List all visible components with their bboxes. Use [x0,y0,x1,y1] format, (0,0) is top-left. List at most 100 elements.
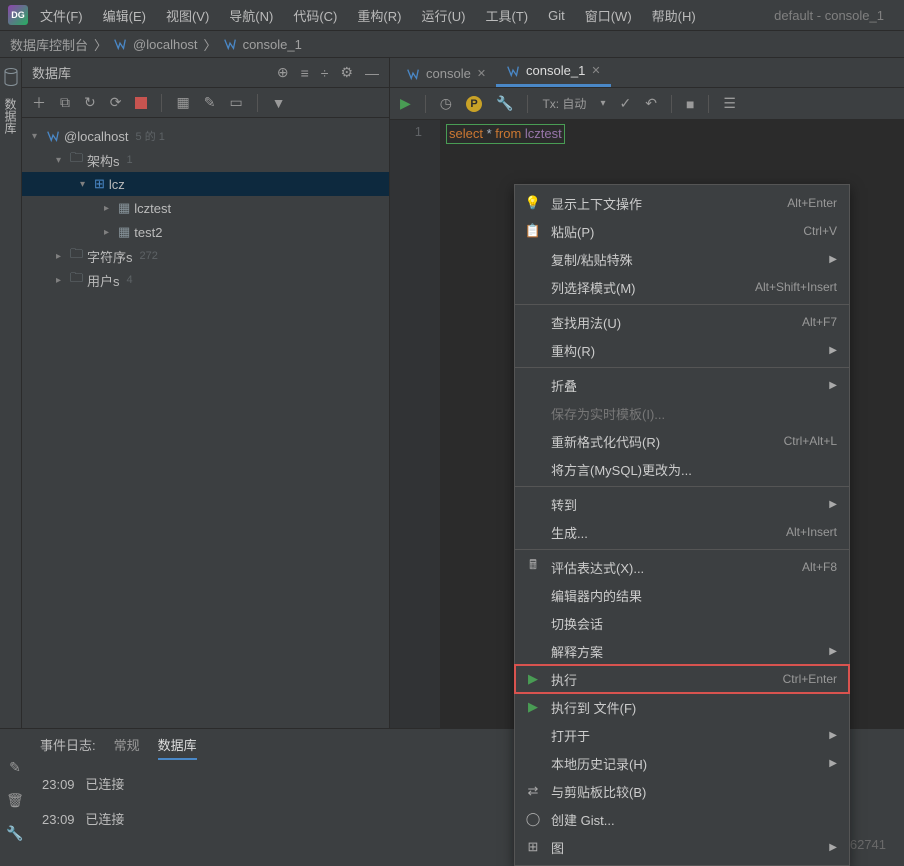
menu-edit[interactable]: 编辑(E) [95,2,154,29]
wrench-icon[interactable]: 🔧 [496,95,513,112]
edit-icon[interactable]: ✎ [9,759,21,776]
context-menu-item[interactable]: 复制/粘贴特殊▶ [515,245,849,273]
tab-console-1[interactable]: console_1 ✕ [496,57,611,87]
tree-label: lcztest [134,201,171,216]
history-icon[interactable]: ◷ [440,95,452,112]
tree-charsets-folder[interactable]: ▸ 🗀 字符序s 272 [22,244,389,268]
settings-icon[interactable]: ⚙ [340,64,353,81]
event-log-tab-general[interactable]: 常规 [114,735,140,760]
database-icon[interactable] [4,68,18,86]
menu-refactor[interactable]: 重构(R) [349,2,409,29]
menu-view[interactable]: 视图(V) [158,2,217,29]
context-menu-item[interactable]: 本地历史记录(H)▶ [515,749,849,777]
menu-window[interactable]: 窗口(W) [577,2,640,29]
table-icon[interactable]: ▦ [176,94,189,111]
context-menu-item[interactable]: 🖩评估表达式(X)...Alt+F8 [515,553,849,581]
shortcut-label: Alt+Insert [786,525,837,539]
hide-icon[interactable]: — [365,65,379,81]
context-menu-item[interactable]: 折叠 ▶ [515,371,849,399]
context-menu-item[interactable]: 打开于▶ [515,721,849,749]
context-menu-item[interactable]: 编辑器内的结果 [515,581,849,609]
close-icon[interactable]: ✕ [591,64,600,77]
shortcut-label: Alt+Enter [787,196,837,210]
context-menu-item[interactable]: 📋粘贴(P)Ctrl+V [515,217,849,245]
add-icon[interactable]: ＋ [32,93,46,113]
breadcrumb-item[interactable]: @localhost [133,37,198,52]
context-menu-item[interactable]: 重新格式化代码(R)Ctrl+Alt+L [515,427,849,455]
menu-run[interactable]: 运行(U) [413,2,473,29]
token: * [487,126,492,141]
submenu-arrow-icon: ▶ [829,380,837,391]
event-log-tab-database[interactable]: 数据库 [158,735,197,760]
tab-console[interactable]: console ✕ [396,60,496,87]
tree-table[interactable]: ▸ ▦ test2 [22,220,389,244]
expand-icon[interactable]: ≡ [301,65,309,81]
context-menu-item[interactable]: ⇄与剪贴板比较(B) [515,777,849,805]
chevron-right-icon: ▸ [104,227,114,238]
menu-git[interactable]: Git [540,4,573,27]
stop-icon[interactable] [135,97,147,109]
query-icon[interactable]: ▭ [229,94,242,111]
tree-users-folder[interactable]: ▸ 🗀 用户s 4 [22,268,389,292]
trash-icon[interactable]: 🗑 [6,792,24,809]
folder-icon: 🗀 [70,149,83,171]
tree-datasource[interactable]: ▾ @localhost 5 的 1 [22,124,389,148]
collapse-icon[interactable]: ÷ [321,65,329,81]
tree-table[interactable]: ▸ ▦ lcztest [22,196,389,220]
keyword: select [449,126,483,141]
context-menu-item[interactable]: ◯创建 Gist... [515,805,849,833]
context-menu-label: 折叠 [551,376,819,395]
breadcrumb-item[interactable]: 数据库控制台 [10,35,88,54]
edit-icon[interactable]: ✎ [204,94,216,111]
profile-icon[interactable]: P [466,96,482,112]
tx-mode-label[interactable]: Tx: 自动 [542,95,586,112]
context-menu-item[interactable]: 切换会话 [515,609,849,637]
panel-title: 数据库 [32,63,71,82]
menu-tools[interactable]: 工具(T) [477,2,536,29]
context-menu-item[interactable]: 生成...Alt+Insert [515,518,849,546]
context-menu-item[interactable]: ▶执行Ctrl+Enter [515,665,849,693]
chevron-down-icon: ▾ [56,155,66,166]
context-menu-item: 保存为实时模板(I)... [515,399,849,427]
commit-icon[interactable]: ✓ [619,95,631,112]
context-menu-item[interactable]: 列选择模式(M)Alt+Shift+Insert [515,273,849,301]
context-menu-item[interactable]: 转到▶ [515,490,849,518]
filter-icon[interactable]: ▼ [272,95,286,111]
context-menu-label: 重新格式化代码(R) [551,432,774,451]
tree-schema-lcz[interactable]: ▾ ⊞ lcz [22,172,389,196]
tree-label: test2 [134,225,162,240]
shortcut-label: Alt+Shift+Insert [755,280,837,294]
refresh-icon[interactable]: ↻ [84,94,96,111]
menu-navigate[interactable]: 导航(N) [221,2,281,29]
menu-code[interactable]: 代码(C) [285,2,345,29]
menu-help[interactable]: 帮助(H) [644,2,704,29]
sync-icon[interactable]: ⟳ [110,94,122,111]
context-menu-item[interactable]: 解释方案▶ [515,637,849,665]
db-tree: ▾ @localhost 5 的 1 ▾ 🗀 架构s 1 ▾ ⊞ lcz ▸ ▦… [22,118,389,298]
context-menu-item[interactable]: 💡显示上下文操作Alt+Enter [515,189,849,217]
side-tab-database[interactable]: 数据库 [2,98,19,134]
bulb-icon: 💡 [525,195,541,211]
stop-icon[interactable]: ■ [686,96,694,112]
duplicate-icon[interactable]: ⧉ [60,94,70,111]
wrench-icon[interactable]: 🔧 [6,825,23,842]
breadcrumb-item[interactable]: console_1 [243,37,302,52]
context-menu-item[interactable]: ▶执行到 文件(F) [515,693,849,721]
menu-file[interactable]: 文件(F) [32,2,91,29]
layout-icon[interactable]: ☰ [723,95,736,112]
tree-schemas-folder[interactable]: ▾ 🗀 架构s 1 [22,148,389,172]
context-menu-item[interactable]: 将方言(MySQL)更改为... [515,455,849,483]
context-menu-item[interactable]: 查找用法(U)Alt+F7 [515,308,849,336]
close-icon[interactable]: ✕ [477,67,486,80]
run-icon[interactable]: ▶ [400,95,411,112]
context-menu-item[interactable]: 重构(R)▶ [515,336,849,364]
chevron-right-icon: ▸ [56,251,66,262]
context-menu-label: 切换会话 [551,614,837,633]
target-icon[interactable]: ⊕ [277,64,289,81]
chevron-icon: 〉 [94,35,107,54]
tree-label: 用户s [87,271,120,290]
rollback-icon[interactable]: ↶ [645,95,657,112]
context-menu-item[interactable]: ⊞图▶ [515,833,849,861]
chevron-down-icon[interactable]: ▾ [600,98,605,109]
shortcut-label: Alt+F7 [802,315,837,329]
